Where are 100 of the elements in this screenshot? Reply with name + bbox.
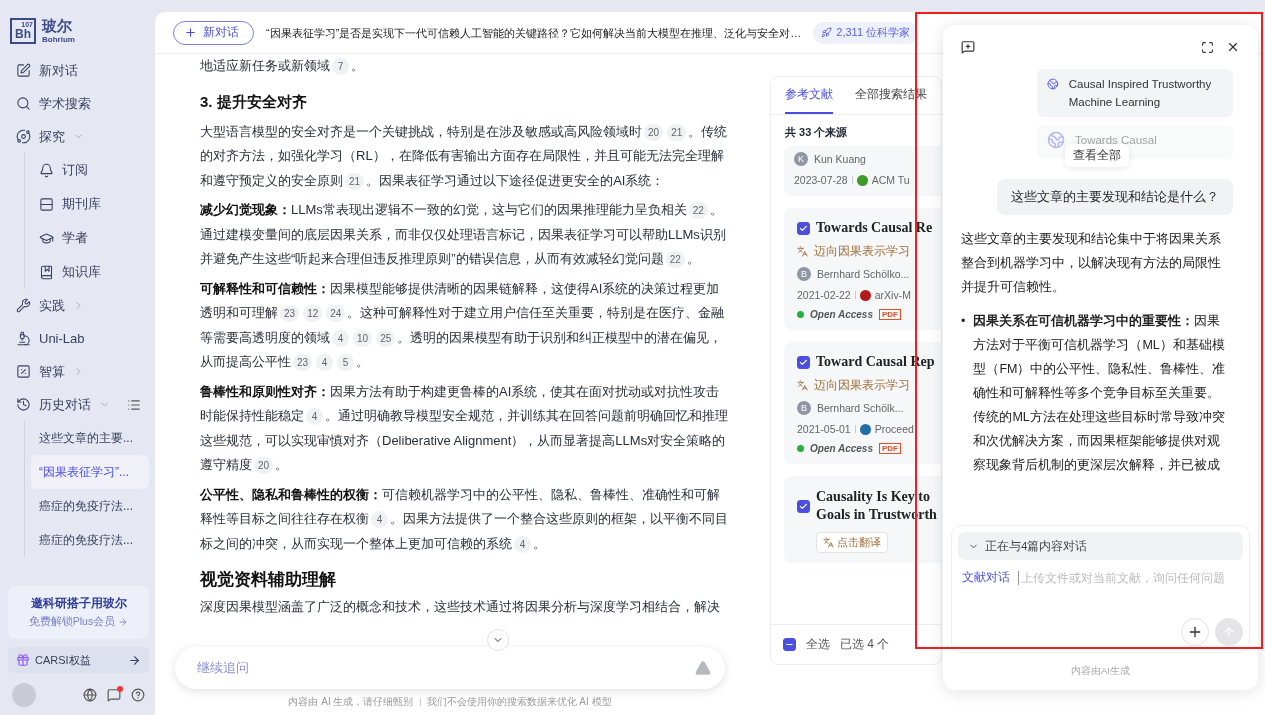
sidebar-item[interactable]: 新对话 [8,54,149,87]
search-icon [16,96,31,111]
context-toggle[interactable]: 正在与4篇内容对话 [958,532,1243,560]
pdf-tag[interactable]: PDF [879,443,901,454]
sidebar-item[interactable]: 历史对话 [8,388,149,421]
globe-icon[interactable] [83,688,97,702]
close-icon[interactable] [1226,40,1240,54]
paragraph: 深度因果模型涵盖了广泛的概念和技术，这些技术通过将因果分析与深度学习相结合，解决 [200,598,721,616]
history-item[interactable]: 癌症的免疫疗法... [31,523,149,557]
author-avatar: K [794,152,808,166]
pdf-tag[interactable]: PDF [879,309,901,320]
gift-icon [16,653,30,667]
publish-date: 2021-05-01 [797,423,851,435]
bookmark-icon [39,264,54,280]
translated-title: 迈向因果表示学习 [814,378,910,393]
plus-icon [184,26,197,39]
percent-icon [16,364,31,379]
checkbox[interactable] [797,499,810,513]
author-name: Bernhard Schölko... [817,268,910,280]
venue-name: ACM Tu [871,174,910,186]
carsi-button[interactable]: CARSI权益 [8,647,149,673]
ai-notice: 内容由AI生成 [1070,665,1131,678]
check-icon [799,357,808,367]
paper-title[interactable]: Towards Causal Re [816,220,933,236]
sidebar-item[interactable]: 期刊库 [31,187,149,221]
sidebar-item[interactable]: 探究 [8,120,149,153]
sidebar-item[interactable]: 智算 [8,355,149,388]
check-icon [799,223,808,233]
sidebar-item[interactable]: 学术搜索 [8,87,149,120]
rows-icon [39,196,54,212]
history-item[interactable]: 这些文章的主要... [31,421,149,455]
paragraph: 大型语言模型的安全对齐是一个关键挑战，特别是在涉及敏感或高风险领域时 20 21 。传统的对齐方法，如强化学习（RL），在降低有害输出方面存在局限性，并且可能无法完全理解和遵守预定义的安全原则 21 。因果表征学习通过以下途径促进更安全的AI系统： [200,122,729,192]
panel-tab[interactable]: 参考文献 [785,77,833,114]
open-access-dot [797,311,804,318]
author-name: Kun Kuang [814,153,866,165]
plus-icon [1187,624,1203,640]
publish-date: 2023-07-28 [794,174,848,186]
bullet-marker: • [961,313,966,330]
translate-button[interactable]: 点击翻译 [816,532,888,554]
select-all-checkbox[interactable] [783,638,796,651]
bell-icon [39,162,54,178]
message-icon[interactable] [107,688,121,702]
author-avatar: B [797,267,811,281]
mode-label[interactable]: 文献对话 [962,570,1010,585]
sidebar-item[interactable]: 学者 [31,221,149,255]
arrow-up-icon [1222,625,1236,639]
edit-icon [16,63,31,78]
author-avatar: B [797,401,811,415]
paragraph: 减少幻觉现象：LLMs常表现出逻辑不一致的幻觉，这与它们的因果推理能力呈负相关 22 。通过建模变量间的底层因果关系，而非仅仅处理语言标记，因果表征学习可以帮助LLMs识别并避免产生这些“听起来合理但违反推理原则”的错误信息，从而有效减轻幻觉问题 22 。 [200,201,727,270]
arrow-icon [118,617,129,627]
answer-bullet: 因果关系在可信机器学习中的重要性：因果方法对于平衡可信机器学习（ML）和基础模型（FM）中的公平性、隐私性、鲁棒性、准确性和可解释性等多个竞争目标至关重要。传统的ML方法在处理这些目标时常导致冲突和次优解决方案，而因果框架能够提供对观察现象背后机制的更深层次解释，并已被成 [973,313,1227,474]
logo-subtitle: Bohrium [42,34,75,44]
microscope-icon [16,331,31,346]
check-icon [799,501,808,511]
section-heading: 视觉资料辅助理解 [200,569,337,591]
view-all-button[interactable]: 查看全部 [1065,144,1129,167]
new-chat-icon[interactable] [961,40,975,54]
section-heading: 3. 提升安全对齐 [200,91,308,112]
new-chat-button[interactable]: 新对话 [173,20,254,45]
author-name: Bernhard Schölk... [817,402,904,414]
history-item[interactable]: 癌症的免疫疗法... [31,489,149,523]
promo-subtitle: 免费解锁Plus会员 [28,615,116,629]
graduation-cap-icon [39,230,54,246]
document-card[interactable]: Causal Inspired Trustworthy Machine Learning [1037,69,1233,117]
conversation-title: “因果表征学习”是否是实现下一代可信赖人工智能的关键路径？它如何解决当前大模型在推理、泛化与安全对… [266,25,802,41]
reference-card[interactable]: Towards Causal Re 迈向因果表示学习 B Bernhard Schölko... 2021-02-22 arXiv-M Open Access PDF [784,208,941,330]
logo-title: 玻尔 [42,18,73,35]
planet-icon [16,129,31,144]
source-count: 共 33 个来源 [784,125,849,140]
add-button[interactable] [1181,618,1209,646]
rocket-icon [821,27,833,38]
sidebar-item[interactable]: Uni-Lab [8,322,149,355]
select-all-label[interactable]: 全选 [806,636,830,653]
tools-icon [16,298,31,313]
translate-icon [797,246,808,257]
checkbox[interactable] [797,221,810,235]
sidebar-item[interactable]: 实践 [8,289,149,322]
answer-text: 这些文章的主要发现和结论集中于将因果关系整合到机器学习中，以解决现有方法的局限性并提升可信赖性。 [961,231,1222,296]
open-access-label: Open Access [810,443,873,454]
paragraph: 鲁棒性和原则性对齐：因果方法有助于构建更鲁棒的AI系统，使其在面对扰动或对抗性攻击时能保持性能稳定 4 。通过明确教导模型安全规范，并训练其在回答问题前明确回忆和推理这些规范，可以实现审慎对齐（Deliberative Alignment），从而显著提高LLMs对安全策略的遵守精度 20 。 [200,382,729,476]
promo-title: 邀科研搭子用玻尔 [30,596,127,611]
venue-name: arXiv-M [874,289,911,301]
user-message: 这些文章的主要发现和结论是什么？ [997,179,1233,215]
list-icon[interactable] [127,397,141,412]
help-icon[interactable] [131,688,145,702]
checkbox[interactable] [797,355,810,369]
open-access-label: Open Access [810,309,873,320]
disclaimer-text: 内容由 AI 生成，请仔细甄别 [288,695,414,709]
sidebar-item[interactable]: 订阅 [31,153,149,187]
publish-date: 2021-02-22 [797,289,851,301]
expand-icon[interactable] [1201,40,1214,54]
open-access-dot [797,445,804,452]
history-item[interactable]: “因果表征学习”... [31,455,149,489]
paragraph: 地适应新任务或新领域 7 。 [200,57,365,77]
selected-count: 已选 4 个 [840,636,890,653]
arrow-icon [128,653,141,667]
promo-card[interactable]: 邀科研搭子用玻尔 免费解锁Plus会员 [8,586,149,639]
disclaimer-text: 我们不会使用你的搜索数据来优化 AI 模型 [426,695,612,709]
sidebar-item[interactable]: 知识库 [31,255,149,289]
reference-card[interactable]: K Kun Kuang 2023-07-28 ACM Tu [784,146,941,196]
